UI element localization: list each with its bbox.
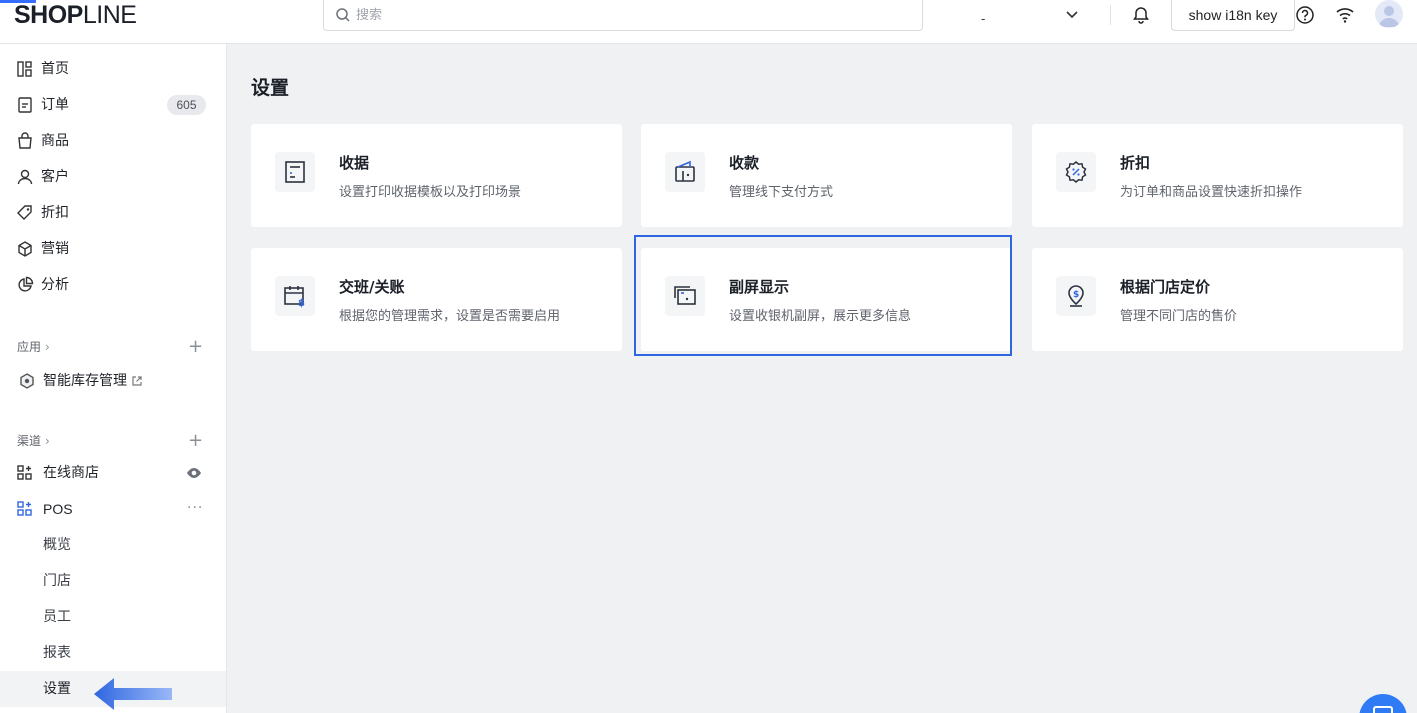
sidebar-item-online-store[interactable]: 在线商店 — [0, 455, 226, 491]
marketing-icon — [18, 241, 32, 257]
more-options-icon[interactable]: ··· — [187, 500, 203, 516]
settings-card-store-pricing[interactable]: $ 根据门店定价 管理不同门店的售价 — [1032, 248, 1403, 351]
pos-icon — [17, 501, 32, 516]
sidebar-item-products[interactable]: 商品 — [0, 123, 226, 159]
chat-icon — [1373, 706, 1393, 713]
product-icon — [18, 132, 32, 149]
help-icon[interactable] — [1295, 5, 1315, 25]
divider — [1110, 5, 1111, 25]
card-icon-box — [275, 152, 315, 192]
logo-bold: SHOP — [14, 1, 83, 29]
svg-text:$: $ — [298, 298, 305, 308]
sidebar-item-label: 客户 — [41, 169, 69, 185]
chevron-down-icon[interactable] — [1064, 6, 1080, 22]
sidebar-item-analytics[interactable]: 分析 — [0, 267, 226, 303]
order-icon — [18, 97, 32, 113]
sidebar-item-marketing[interactable]: 营销 — [0, 231, 226, 267]
card-title: 交班/关账 — [339, 278, 405, 296]
analytics-icon — [18, 276, 34, 292]
pos-sub-staff[interactable]: 员工 — [43, 599, 71, 635]
tag-icon — [17, 205, 32, 220]
card-icon-box — [1056, 152, 1096, 192]
wifi-icon[interactable] — [1335, 6, 1355, 24]
settings-card-receipt[interactable]: 收据 设置打印收据模板以及打印场景 — [251, 124, 622, 227]
bell-icon[interactable] — [1131, 5, 1151, 25]
pos-sub-reports[interactable]: 报表 — [43, 635, 71, 671]
card-icon-box — [665, 152, 705, 192]
sidebar-item-discounts[interactable]: 折扣 — [0, 195, 226, 231]
home-icon — [17, 61, 32, 77]
annotation-arrow-icon — [94, 678, 172, 710]
shift-calendar-icon: $ — [284, 286, 305, 308]
top-bar: SHOPLINE - show i18n key — [0, 0, 1417, 44]
apps-section-label: 应用 — [17, 340, 42, 354]
svg-text:$: $ — [1073, 290, 1079, 300]
sidebar: 首页 订单 605 商品 客户 折扣 营销 分析 应用 › + 智能库存管理 渠道… — [0, 44, 227, 713]
sidebar-item-label: 商品 — [41, 133, 69, 149]
sidebar-item-pos[interactable]: POS ··· — [0, 491, 226, 527]
card-description: 根据您的管理需求，设置是否需要启用 — [339, 309, 561, 324]
card-description: 设置打印收据模板以及打印场景 — [339, 185, 522, 200]
chat-button[interactable] — [1359, 694, 1407, 713]
sidebar-item-label: 订单 — [41, 97, 69, 113]
channels-section-label: 渠道 — [17, 434, 42, 448]
eye-icon[interactable] — [186, 467, 202, 479]
sidebar-item-label: 折扣 — [41, 205, 69, 221]
location-price-icon: $ — [1068, 285, 1084, 307]
avatar[interactable] — [1375, 0, 1403, 28]
highlight-box — [634, 235, 1012, 356]
show-i18n-key-button[interactable]: show i18n key — [1171, 0, 1295, 31]
chevron-right-icon: › — [45, 340, 50, 354]
settings-card-payment[interactable]: 收款 管理线下支付方式 — [641, 124, 1012, 227]
settings-card-shift[interactable]: $ 交班/关账 根据您的管理需求，设置是否需要启用 — [251, 248, 622, 351]
pos-sub-settings[interactable]: 设置 — [43, 671, 71, 707]
receipt-icon — [285, 161, 305, 183]
search-box[interactable] — [323, 0, 923, 31]
add-channel-icon[interactable]: + — [188, 432, 203, 450]
add-app-icon[interactable]: + — [188, 338, 203, 356]
sidebar-item-label: 营销 — [41, 241, 69, 257]
customer-icon — [17, 169, 33, 185]
card-description: 管理线下支付方式 — [729, 185, 834, 200]
card-icon-box: $ — [1056, 276, 1096, 316]
pos-sub-overview[interactable]: 概览 — [43, 527, 71, 563]
discount-icon — [1065, 161, 1087, 183]
store-name: - — [981, 12, 986, 26]
card-description: 管理不同门店的售价 — [1120, 309, 1238, 324]
settings-card-discount[interactable]: 折扣 为订单和商品设置快速折扣操作 — [1032, 124, 1403, 227]
search-icon — [336, 8, 350, 22]
apps-section-header[interactable]: 应用 › — [17, 338, 50, 355]
page-title: 设置 — [251, 77, 290, 99]
sidebar-item-label: 智能库存管理 — [43, 373, 127, 389]
card-title: 收据 — [339, 154, 370, 172]
sidebar-item-label: 在线商店 — [43, 465, 99, 481]
card-title: 根据门店定价 — [1120, 278, 1211, 296]
sidebar-item-smart-inventory[interactable]: 智能库存管理 — [0, 363, 226, 399]
card-description: 为订单和商品设置快速折扣操作 — [1120, 185, 1303, 200]
sidebar-item-label: 首页 — [41, 61, 69, 77]
sidebar-item-home[interactable]: 首页 — [0, 51, 226, 87]
logo-thin: LINE — [82, 1, 137, 29]
channels-section-header[interactable]: 渠道 › — [17, 432, 50, 449]
sidebar-item-customers[interactable]: 客户 — [0, 159, 226, 195]
wallet-icon — [675, 160, 695, 182]
search-input[interactable] — [356, 4, 896, 26]
pos-sub-stores[interactable]: 门店 — [43, 563, 71, 599]
store-icon — [17, 465, 32, 480]
external-link-icon — [132, 376, 142, 386]
order-count-badge: 605 — [167, 95, 206, 115]
inventory-icon — [20, 373, 34, 389]
card-title: 折扣 — [1120, 154, 1151, 172]
sidebar-item-orders[interactable]: 订单 605 — [0, 87, 226, 123]
card-icon-box: $ — [275, 276, 315, 316]
user-avatar-icon — [1379, 6, 1399, 27]
logo[interactable]: SHOPLINE — [14, 1, 137, 30]
chevron-right-icon: › — [45, 434, 50, 448]
card-title: 收款 — [729, 154, 760, 172]
sidebar-item-label: 分析 — [41, 277, 69, 293]
sidebar-item-label: POS — [43, 501, 73, 517]
